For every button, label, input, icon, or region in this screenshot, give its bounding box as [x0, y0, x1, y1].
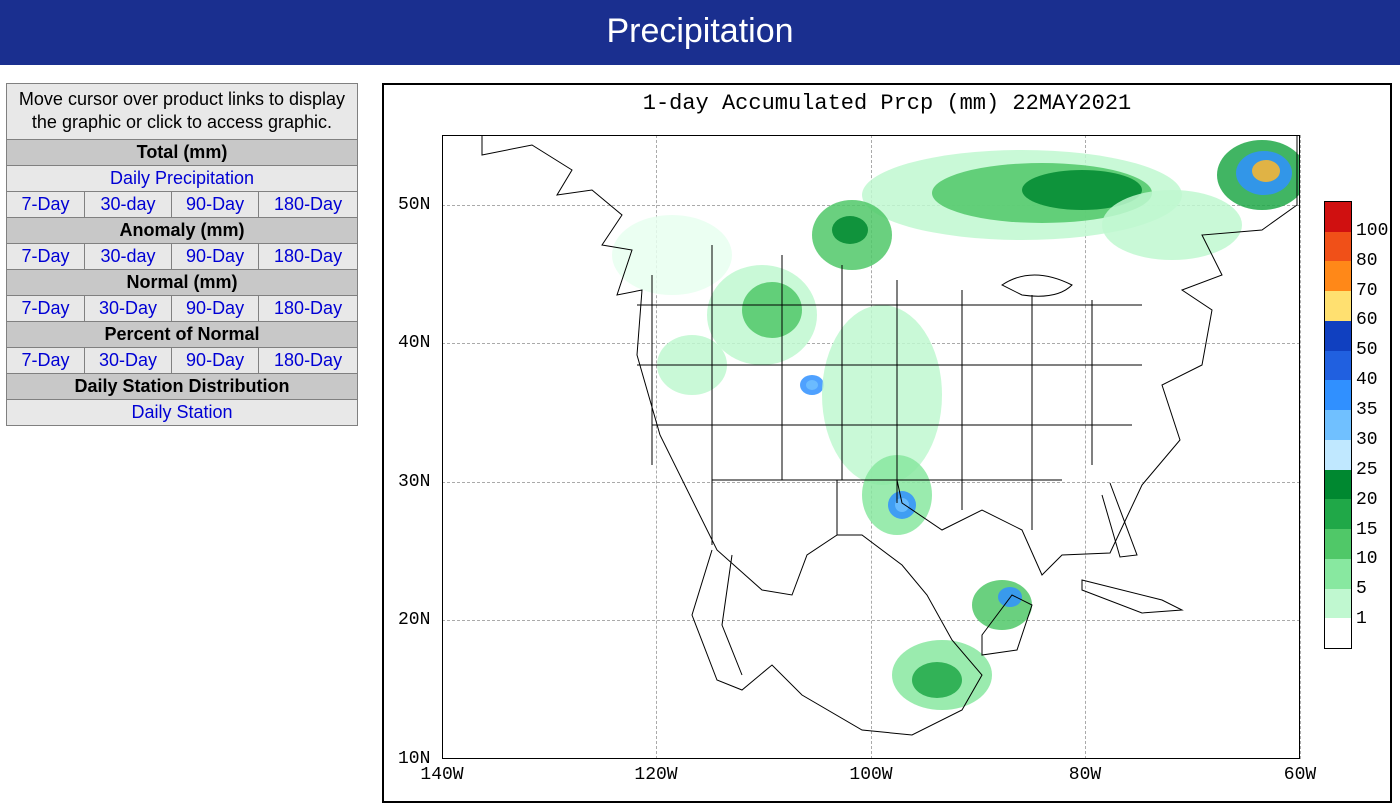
- ytick-20n: 20N: [398, 610, 528, 630]
- colorbar-label: 100: [1356, 221, 1388, 241]
- xtick-100w: 100W: [849, 765, 892, 785]
- gridline-lon-60w: [1300, 135, 1301, 759]
- colorbar-swatch: [1324, 440, 1352, 470]
- colorbar-label: 35: [1356, 400, 1378, 420]
- link-anomaly-90day[interactable]: 90-Day: [172, 243, 259, 269]
- colorbar-swatch: [1324, 559, 1352, 589]
- product-nav-table: Move cursor over product links to displa…: [6, 83, 358, 426]
- colorbar-label: 40: [1356, 370, 1378, 390]
- page-body: Move cursor over product links to displa…: [0, 65, 1400, 803]
- colorbar-label: 5: [1356, 579, 1367, 599]
- link-daily-station[interactable]: Daily Station: [7, 399, 358, 425]
- xtick-140w: 140W: [420, 765, 463, 785]
- colorbar-swatch: [1324, 410, 1352, 440]
- colorbar-swatch: [1324, 291, 1352, 321]
- link-normal-30day[interactable]: 30-Day: [84, 295, 171, 321]
- xtick-80w: 80W: [1069, 765, 1101, 785]
- colorbar-label: 60: [1356, 310, 1378, 330]
- map-svg: [442, 135, 1300, 759]
- link-anomaly-180day[interactable]: 180-Day: [259, 243, 358, 269]
- colorbar-label: 10: [1356, 549, 1378, 569]
- section-head-percent: Percent of Normal: [7, 321, 358, 347]
- ytick-40n: 40N: [398, 333, 528, 353]
- link-total-30day[interactable]: 30-day: [84, 191, 171, 217]
- colorbar-swatch: [1324, 321, 1352, 351]
- section-head-distribution: Daily Station Distribution: [7, 373, 358, 399]
- ytick-30n: 30N: [398, 472, 528, 492]
- section-head-anomaly: Anomaly (mm): [7, 217, 358, 243]
- colorbar-label: 80: [1356, 251, 1378, 271]
- colorbar-label: 50: [1356, 340, 1378, 360]
- page-title-bar: Precipitation: [0, 0, 1400, 65]
- link-normal-180day[interactable]: 180-Day: [259, 295, 358, 321]
- colorbar-swatch: [1324, 529, 1352, 559]
- colorbar-swatch: [1324, 351, 1352, 381]
- link-daily-precipitation[interactable]: Daily Precipitation: [7, 165, 358, 191]
- xtick-120w: 120W: [634, 765, 677, 785]
- colorbar-label: 20: [1356, 490, 1378, 510]
- colorbar-label: 30: [1356, 430, 1378, 450]
- xtick-60w: 60W: [1284, 765, 1316, 785]
- colorbar-label: 70: [1356, 281, 1378, 301]
- colorbar-swatch: [1324, 380, 1352, 410]
- colorbar-label: 25: [1356, 460, 1378, 480]
- link-total-180day[interactable]: 180-Day: [259, 191, 358, 217]
- colorbar-swatch: [1324, 232, 1352, 262]
- ytick-50n: 50N: [398, 195, 528, 215]
- map-frame: 1-day Accumulated Prcp (mm) 22MAY2021: [382, 83, 1392, 803]
- link-normal-7day[interactable]: 7-Day: [7, 295, 85, 321]
- map-title: 1-day Accumulated Prcp (mm) 22MAY2021: [384, 91, 1390, 116]
- colorbar-swatch: [1324, 470, 1352, 500]
- link-total-90day[interactable]: 90-Day: [172, 191, 259, 217]
- colorbar: [1324, 201, 1352, 649]
- link-normal-90day[interactable]: 90-Day: [172, 295, 259, 321]
- colorbar-swatch: [1324, 201, 1352, 232]
- colorbar-swatch: [1324, 499, 1352, 529]
- section-head-total: Total (mm): [7, 139, 358, 165]
- nav-instruction: Move cursor over product links to displa…: [7, 84, 358, 140]
- link-anomaly-7day[interactable]: 7-Day: [7, 243, 85, 269]
- colorbar-swatch: [1324, 261, 1352, 291]
- link-percent-7day[interactable]: 7-Day: [7, 347, 85, 373]
- link-percent-90day[interactable]: 90-Day: [172, 347, 259, 373]
- page-title: Precipitation: [606, 12, 793, 50]
- link-percent-30day[interactable]: 30-Day: [84, 347, 171, 373]
- section-head-normal: Normal (mm): [7, 269, 358, 295]
- link-total-7day[interactable]: 7-Day: [7, 191, 85, 217]
- colorbar-swatch: [1324, 618, 1352, 649]
- link-percent-180day[interactable]: 180-Day: [259, 347, 358, 373]
- colorbar-label: 1: [1356, 609, 1367, 629]
- link-anomaly-30day[interactable]: 30-day: [84, 243, 171, 269]
- colorbar-label: 15: [1356, 520, 1378, 540]
- colorbar-swatch: [1324, 589, 1352, 619]
